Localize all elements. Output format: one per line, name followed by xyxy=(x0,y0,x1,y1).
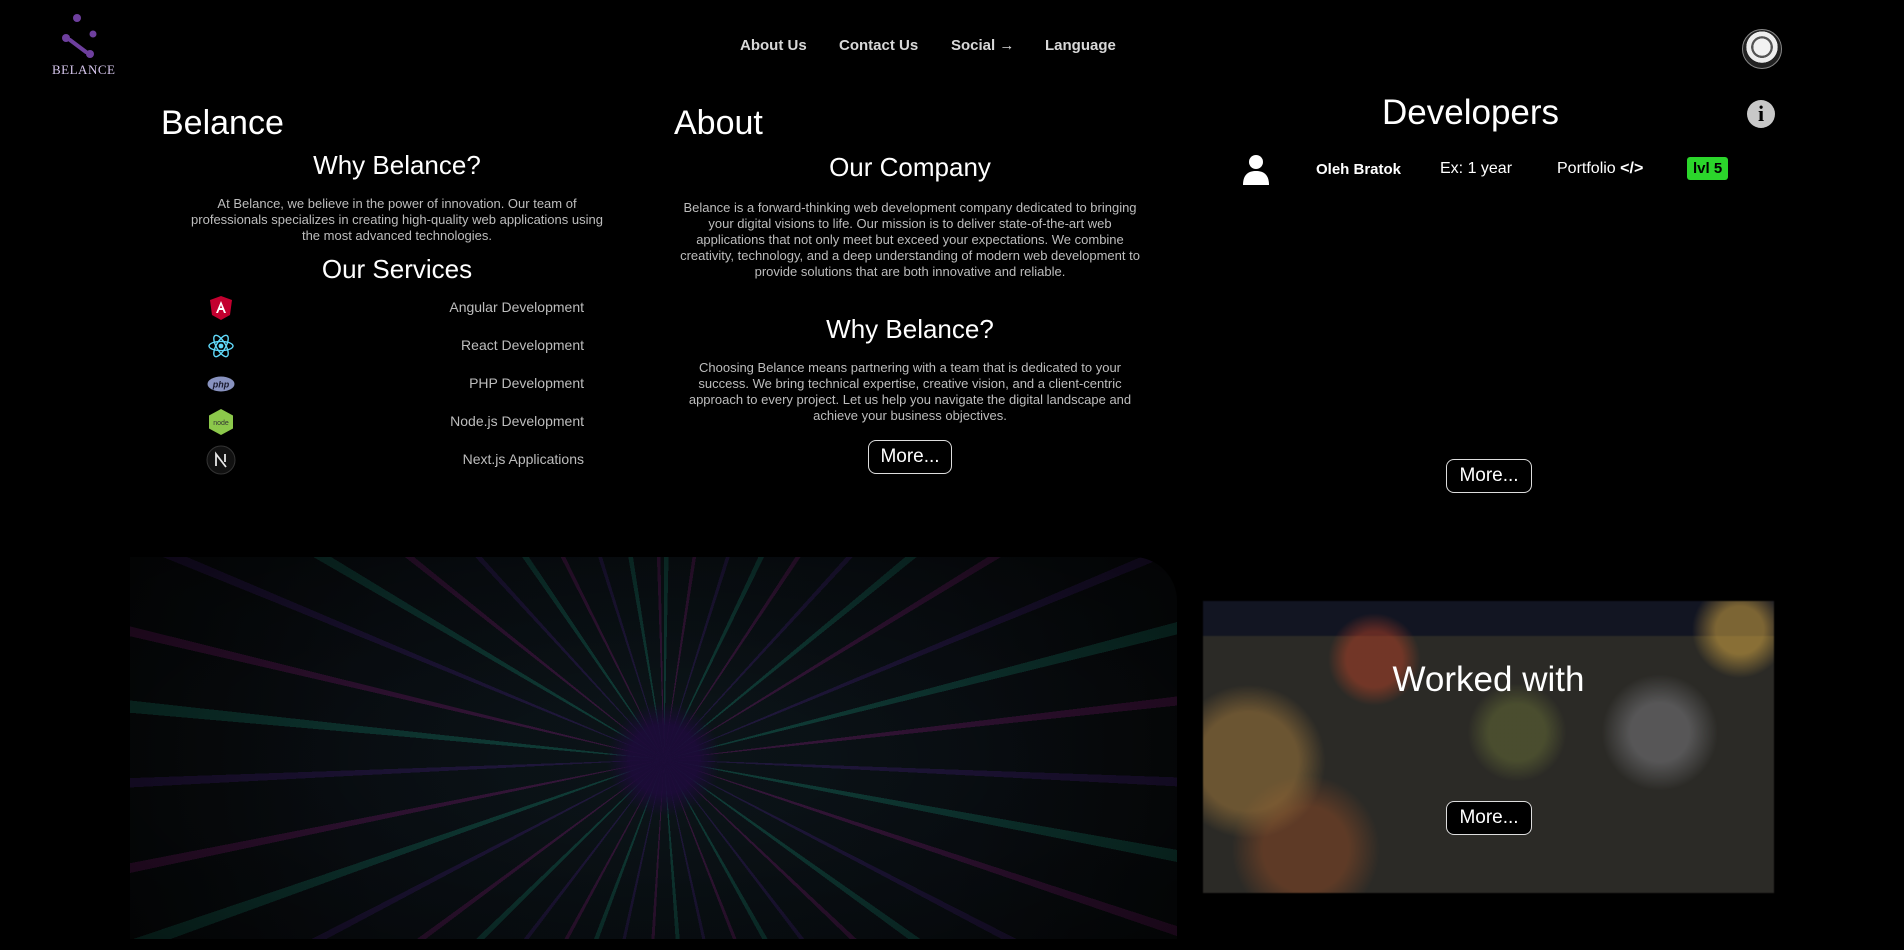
our-company-title: Our Company xyxy=(829,152,991,182)
user-icon xyxy=(1243,155,1269,185)
developers-title: Developers xyxy=(1382,93,1560,132)
belance-title: Belance xyxy=(161,104,284,142)
svg-text:php: php xyxy=(212,380,230,390)
service-item-angular[interactable]: Angular Development xyxy=(206,293,584,323)
service-item-php[interactable]: php PHP Development xyxy=(206,369,584,399)
service-label: React Development xyxy=(461,337,584,353)
service-label: PHP Development xyxy=(469,375,584,391)
nav-about-us[interactable]: About Us xyxy=(740,37,807,54)
belance-why-title: Why Belance? xyxy=(313,150,481,180)
our-company-text: Belance is a forward-thinking web develo… xyxy=(680,200,1140,279)
service-label: Angular Development xyxy=(449,299,584,315)
code-icon: </> xyxy=(1620,160,1644,177)
worked-with-title: Worked with xyxy=(1392,660,1585,699)
services-title: Our Services xyxy=(321,254,473,284)
portfolio-label: Portfolio xyxy=(1557,160,1616,177)
developers-more-button[interactable]: More... xyxy=(1446,459,1532,493)
tunnel-vignette xyxy=(130,557,1177,939)
about-why-title: Why Belance? xyxy=(826,314,994,344)
arrow-right-icon: → xyxy=(999,37,1015,54)
service-item-nodejs[interactable]: node Node.js Development xyxy=(206,407,584,437)
developer-name: Oleh Bratok xyxy=(1316,161,1402,178)
info-icon[interactable]: i xyxy=(1747,100,1775,128)
service-label: Next.js Applications xyxy=(462,451,584,467)
service-item-react[interactable]: React Development xyxy=(206,331,584,361)
nav-social[interactable]: Social → xyxy=(951,37,1014,54)
service-item-nextjs[interactable]: Next.js Applications xyxy=(206,445,584,475)
developer-experience: Ex: 1 year xyxy=(1440,160,1513,177)
nav-language[interactable]: Language xyxy=(1045,37,1116,54)
php-icon: php xyxy=(207,376,235,392)
nav-social-label: Social xyxy=(951,37,996,54)
belance-why-text: At Belance, we believe in the power of i… xyxy=(191,196,603,243)
svg-text:node: node xyxy=(213,420,229,427)
logo-text: BELANCE xyxy=(52,62,116,77)
nodejs-icon: node xyxy=(209,409,233,435)
developer-portfolio-link[interactable]: Portfolio </> xyxy=(1557,160,1643,178)
worked-with-background-image xyxy=(1203,601,1774,893)
nextjs-icon xyxy=(206,445,236,475)
belance-section: Belance Why Belance? At Belance, we beli… xyxy=(150,100,644,490)
developer-level-badge: lvl 5 xyxy=(1687,157,1729,180)
about-title: About xyxy=(674,104,763,142)
about-why-text: Choosing Belance means partnering with a… xyxy=(688,360,1132,423)
nav-contact-us[interactable]: Contact Us xyxy=(839,37,918,54)
user-avatar[interactable] xyxy=(1742,29,1782,69)
service-label: Node.js Development xyxy=(450,413,584,429)
react-icon xyxy=(208,334,234,358)
developer-row[interactable]: Oleh Bratok Ex: 1 year Portfolio </> lvl… xyxy=(1240,151,1740,189)
angular-icon xyxy=(210,296,232,320)
about-more-button[interactable]: More... xyxy=(868,440,952,474)
worked-with-more-button[interactable]: More... xyxy=(1446,801,1532,835)
